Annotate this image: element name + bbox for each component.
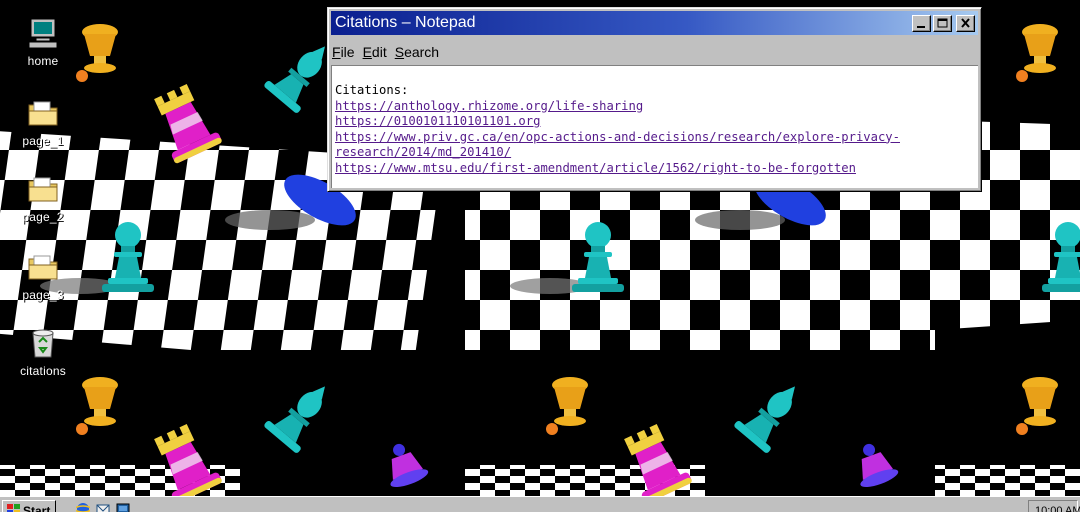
window-title: Citations – Notepad bbox=[335, 14, 476, 31]
desktop-icon-label: page_1 bbox=[22, 134, 64, 148]
start-button[interactable]: Start bbox=[2, 500, 56, 512]
menu-file[interactable]: File bbox=[332, 41, 361, 61]
start-label: Start bbox=[23, 504, 51, 512]
close-icon bbox=[961, 17, 970, 28]
text-editor[interactable]: Citations: https://anthology.rhizome.org… bbox=[331, 65, 978, 188]
citation-link[interactable]: https://0100101110101101.org bbox=[335, 114, 540, 128]
desktop-icon-page-3[interactable]: page_3 bbox=[10, 250, 76, 302]
outlook-express-icon[interactable] bbox=[96, 502, 110, 512]
system-clock[interactable]: 10:00 AM bbox=[1028, 500, 1080, 512]
taskbar: Start 10:00 AM bbox=[0, 496, 1080, 512]
desktop-icon-label: home bbox=[27, 54, 59, 68]
window-titlebar[interactable]: Citations – Notepad bbox=[331, 11, 978, 35]
close-button[interactable] bbox=[956, 14, 975, 32]
computer-icon bbox=[26, 16, 60, 50]
notepad-window[interactable]: Citations – Notepad File Edit Search Cit… bbox=[327, 7, 982, 192]
citation-link[interactable]: https://www.mtsu.edu/first-amendment/art… bbox=[335, 161, 856, 175]
citation-link-continued[interactable]: research/2014/md_201410/ bbox=[335, 145, 511, 159]
menu-edit[interactable]: Edit bbox=[363, 41, 393, 61]
minimize-icon bbox=[917, 25, 925, 28]
desktop-icon-citations[interactable]: citations bbox=[10, 326, 76, 378]
maximize-button[interactable] bbox=[933, 14, 952, 32]
recycle-bin-icon bbox=[26, 326, 60, 360]
minimize-button[interactable] bbox=[912, 14, 931, 32]
maximize-icon bbox=[937, 18, 948, 27]
menu-bar: File Edit Search bbox=[332, 41, 447, 61]
citation-link[interactable]: https://anthology.rhizome.org/life-shari… bbox=[335, 99, 643, 113]
desktop-icon-label: citations bbox=[20, 364, 66, 378]
desktop-icon-label: page_3 bbox=[22, 288, 64, 302]
internet-explorer-icon[interactable] bbox=[76, 502, 90, 512]
desktop-icon-page-2[interactable]: page_2 bbox=[10, 172, 76, 224]
desktop-icon-label: page_2 bbox=[22, 210, 64, 224]
folder-icon bbox=[26, 172, 60, 206]
desktop-icon-home[interactable]: home bbox=[10, 16, 76, 68]
citation-link[interactable]: https://www.priv.gc.ca/en/opc-actions-an… bbox=[335, 130, 900, 144]
folder-icon bbox=[26, 96, 60, 130]
windows-logo-icon bbox=[7, 504, 20, 512]
citations-heading: Citations: bbox=[335, 83, 409, 97]
desktop-icon-page-1[interactable]: page_1 bbox=[10, 96, 76, 148]
menu-search[interactable]: Search bbox=[395, 41, 445, 61]
folder-icon bbox=[26, 250, 60, 284]
show-desktop-icon[interactable] bbox=[116, 502, 130, 512]
